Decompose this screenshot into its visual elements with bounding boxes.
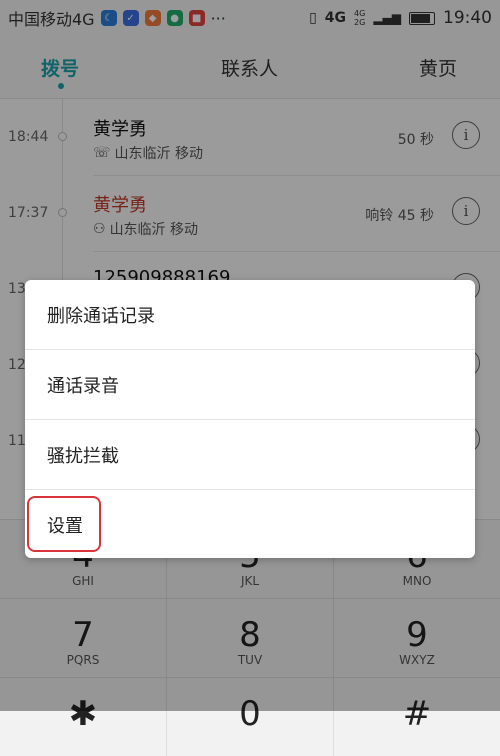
menu-item-label: 设置 bbox=[47, 516, 83, 537]
menu-item-delete-call-log[interactable]: 删除通话记录 bbox=[25, 280, 475, 350]
menu-item-settings[interactable]: 设置 bbox=[25, 490, 475, 558]
menu-item-label: 删除通话记录 bbox=[47, 306, 155, 327]
menu-item-call-recording[interactable]: 通话录音 bbox=[25, 350, 475, 420]
menu-item-harassment-block[interactable]: 骚扰拦截 bbox=[25, 420, 475, 490]
options-menu: 删除通话记录 通话录音 骚扰拦截 设置 bbox=[25, 280, 475, 558]
menu-item-label: 通话录音 bbox=[47, 376, 119, 397]
menu-item-label: 骚扰拦截 bbox=[47, 446, 119, 467]
